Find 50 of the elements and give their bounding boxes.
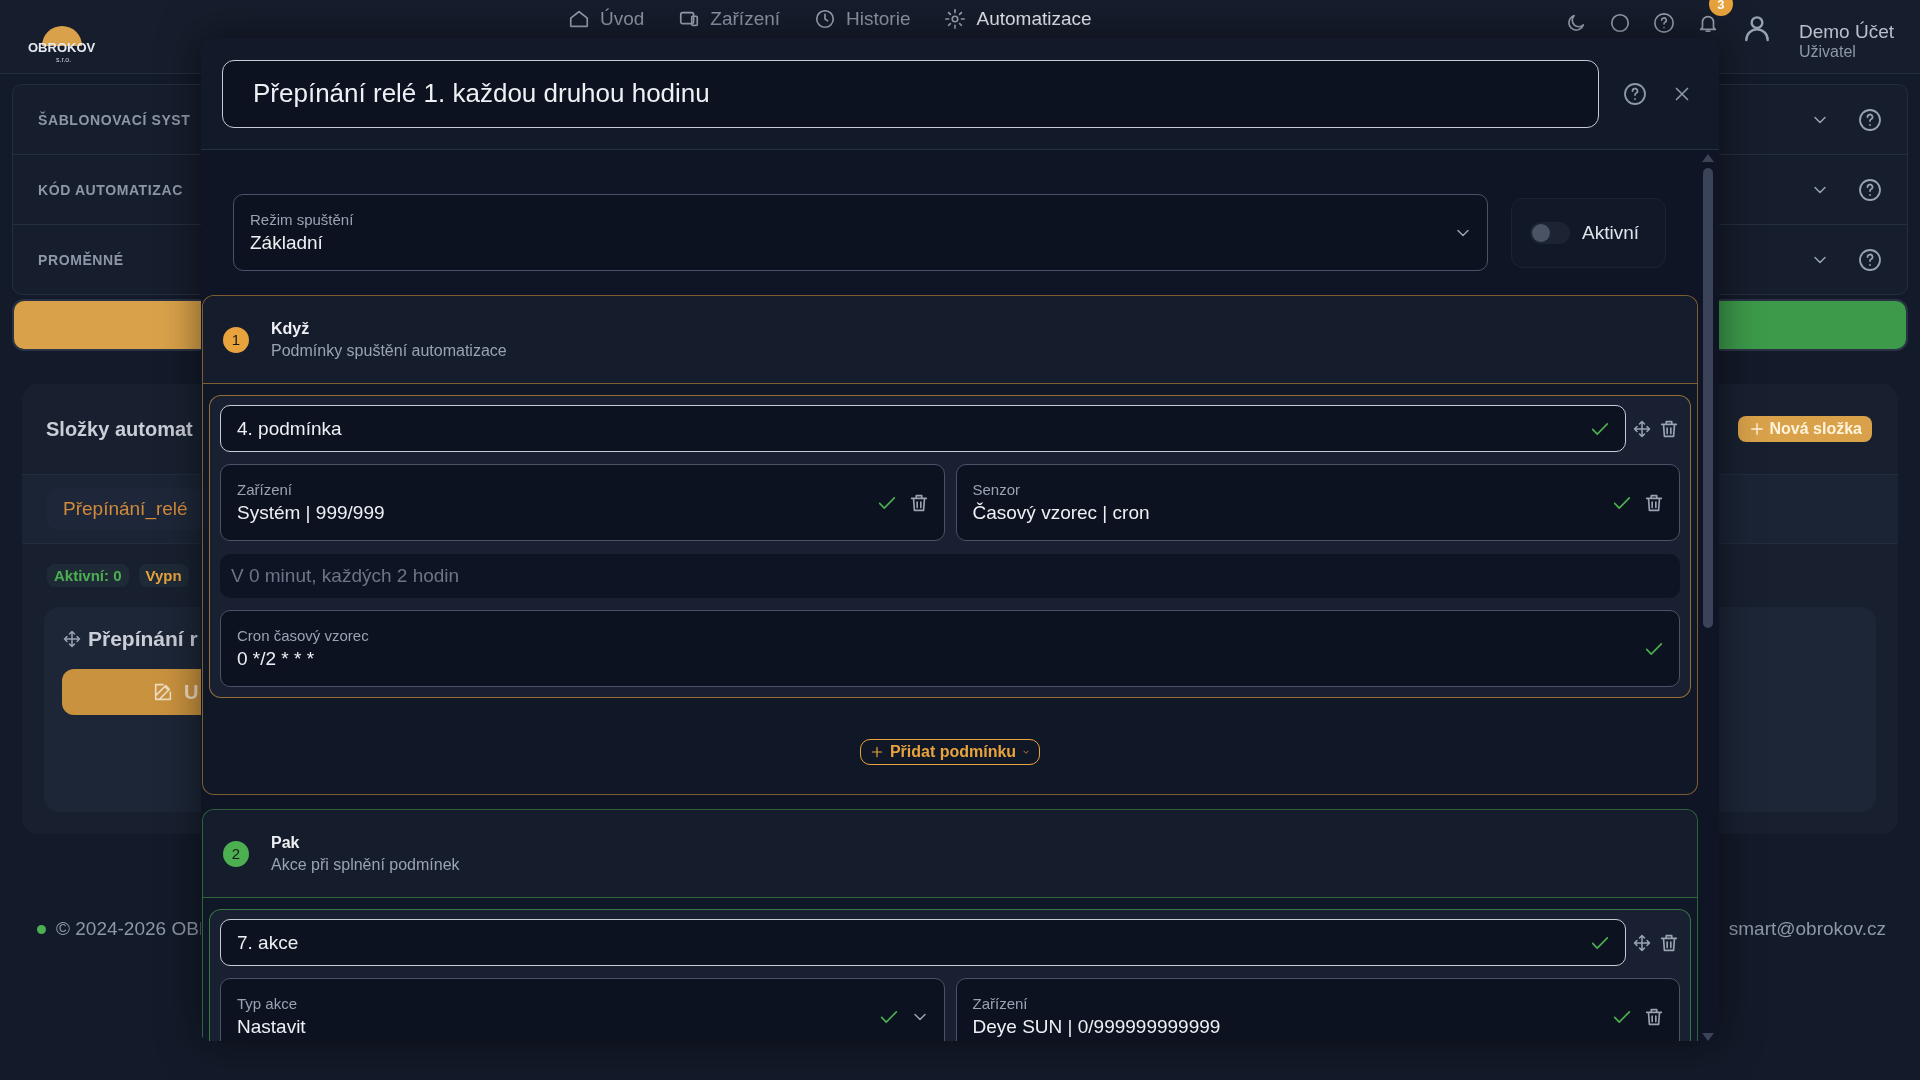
input-field[interactable]: Zařízení Systém | 999/999 — [220, 464, 945, 541]
status-badge: Aktivní: 0 — [47, 564, 129, 587]
section-title: Pak — [271, 833, 301, 852]
status-badge: Vypn — [138, 564, 189, 587]
scroll-up-icon[interactable] — [1702, 154, 1714, 162]
title-field[interactable]: Přepínání relé 1. každou druhou hodinu — [222, 59, 1599, 128]
move-icon — [1632, 418, 1652, 439]
scroll-down-icon[interactable] — [1702, 1033, 1714, 1041]
user-role: Uživatel — [1798, 42, 1857, 61]
card-title: Složky automat — [46, 417, 193, 441]
schedule-description: V 0 minut, každých 2 hodin — [220, 554, 1680, 598]
status-dot — [37, 924, 46, 934]
mode-select[interactable]: Režim spuštění Základní — [233, 194, 1488, 271]
home-icon — [568, 8, 590, 30]
step-number: 2 — [223, 840, 249, 867]
nav-tab[interactable]: Automatizace — [944, 8, 1092, 30]
move-icon — [62, 629, 82, 649]
nav-tab[interactable]: Zařízení — [678, 8, 781, 30]
clock-icon — [814, 8, 837, 30]
edit-icon — [152, 681, 174, 703]
input-field[interactable]: Cron časový vzorec 0 */2 * * * — [220, 610, 1680, 687]
help-icon — [1652, 12, 1675, 34]
section-subtitle: Akce při splnění podmínek — [271, 855, 460, 874]
accordion-title[interactable]: KÓD AUTOMATIZAC — [38, 181, 183, 198]
notification-count: 3 — [1708, 0, 1733, 16]
input-field[interactable]: Senzor Časový vzorec | cron — [955, 464, 1680, 541]
step-number: 1 — [223, 326, 249, 353]
user-name: Demo Účet — [1798, 20, 1894, 43]
email-link[interactable]: smart@obrokov.cz — [1728, 918, 1886, 940]
accordion-title[interactable]: ŠABLONOVACÍ SYST — [38, 111, 191, 128]
move-icon — [1632, 932, 1652, 953]
nav-tab[interactable]: Historie — [814, 8, 911, 30]
scrollbar[interactable] — [1701, 154, 1715, 1041]
add-condition-button[interactable]: Přidat podmínku — [859, 738, 1041, 765]
section-title: Když — [271, 319, 311, 338]
section-subtitle: Podmínky spuštění automatizace — [271, 341, 507, 360]
help-icon — [1858, 107, 1882, 132]
input-field[interactable]: Typ akce Nastavit — [220, 978, 945, 1041]
nav-tab[interactable]: Úvod — [568, 8, 645, 30]
help-icon — [1858, 247, 1882, 272]
name-field[interactable]: 4. podmínka — [220, 405, 1626, 452]
help-icon — [1858, 177, 1882, 202]
folder-tab[interactable]: Přepínání_relé — [47, 488, 204, 530]
name-field[interactable]: 7. akce — [220, 919, 1626, 966]
automation-title: Přepínání r — [88, 627, 198, 651]
toggle-label: Aktivní — [1582, 221, 1640, 244]
active-toggle[interactable] — [1530, 221, 1570, 244]
accordion-title[interactable]: PROMĚNNÉ — [38, 251, 124, 268]
help-icon — [1623, 81, 1647, 106]
input-field[interactable]: Zařízení Deye SUN | 0/999999999999 — [955, 978, 1680, 1041]
